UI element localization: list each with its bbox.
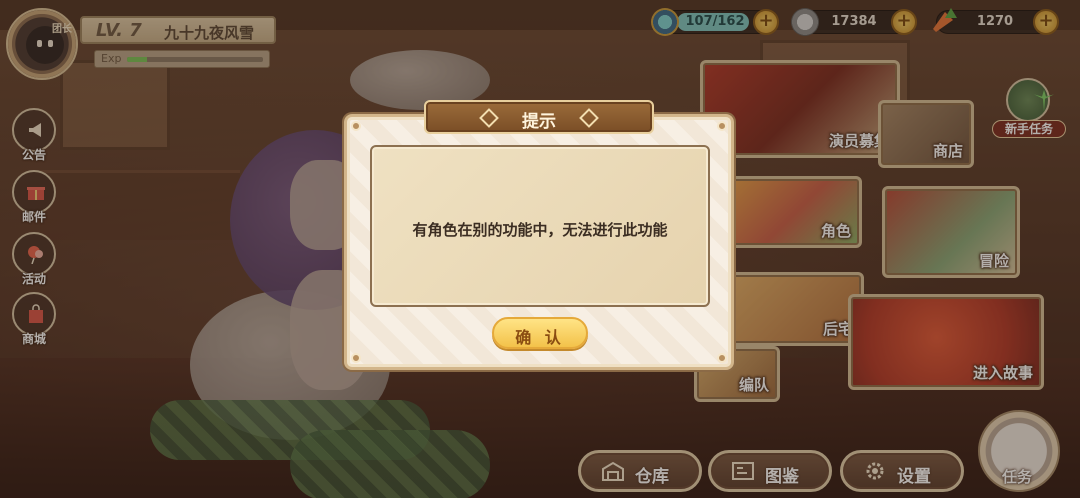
confirm-label: 确 认 (515, 328, 565, 347)
dialog-message: 有角色在别的功能中，无法进行此功能 (412, 221, 668, 239)
dialog-message-panel: 有角色在别的功能中，无法进行此功能 (370, 145, 710, 307)
confirm-button[interactable]: 确 认 (492, 317, 588, 349)
dialog-title: 提示 (522, 112, 556, 132)
dialog-title-bar: 提示 (424, 100, 654, 134)
game-background: LV. 7 九十九夜风雪 Exp 团长 107/162 + 17384 + 12… (0, 0, 1080, 498)
